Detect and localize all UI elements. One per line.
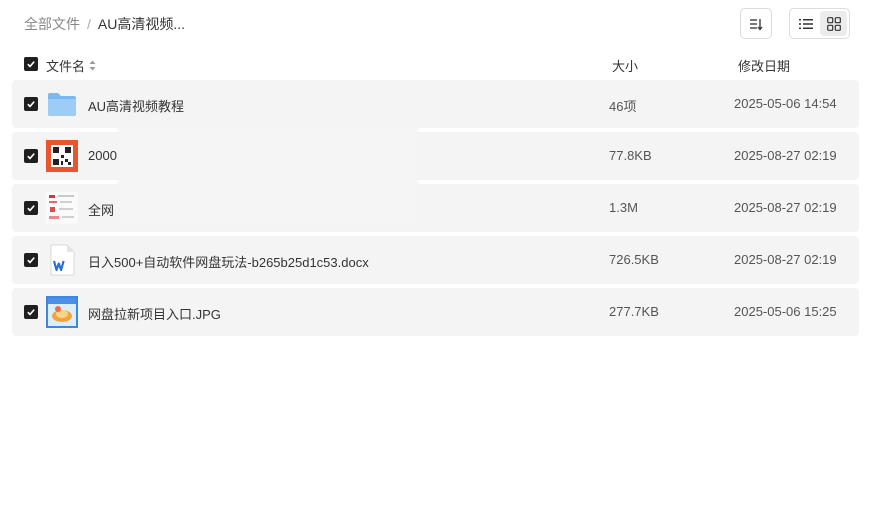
file-size: 726.5KB	[609, 252, 659, 267]
file-size: 1.3M	[609, 200, 638, 215]
file-row[interactable]: 网盘拉新项目入口.JPG 277.7KB 2025-05-06 15:25	[12, 288, 859, 336]
file-size: 46项	[609, 99, 637, 114]
file-row[interactable]: 日入500+自动软件网盘玩法-b265b25d1c53.docx 726.5KB…	[12, 236, 859, 284]
row-checkbox[interactable]	[24, 253, 38, 267]
file-name: 网盘拉新项目入口.JPG	[88, 307, 221, 322]
word-document-icon	[50, 244, 75, 276]
grid-view-button[interactable]	[820, 11, 847, 36]
grid-view-icon	[826, 16, 841, 31]
sort-icon	[750, 18, 763, 31]
file-name: AU高清视频教程	[88, 99, 185, 114]
breadcrumb-current: AU高清视频...	[97, 16, 186, 32]
select-all-checkbox[interactable]	[24, 57, 38, 71]
breadcrumb-root-link[interactable]: 全部文件	[24, 14, 80, 34]
column-date-header[interactable]: 修改日期	[738, 56, 790, 75]
file-list-header: 文件名 大小 修改日期	[12, 50, 859, 78]
view-toggle	[789, 8, 850, 39]
row-checkbox[interactable]	[24, 305, 38, 319]
file-date: 2025-08-27 02:19	[734, 148, 837, 163]
check-icon	[27, 101, 35, 108]
file-date: 2025-08-27 02:19	[734, 252, 837, 267]
redaction-blur	[118, 126, 418, 226]
check-icon	[27, 205, 35, 212]
sort-arrows-icon	[89, 60, 96, 71]
file-date: 2025-08-27 02:19	[734, 200, 837, 215]
sort-button[interactable]	[740, 8, 772, 39]
column-size-header[interactable]: 大小	[612, 56, 638, 75]
file-name: 2000	[88, 148, 117, 163]
file-size: 277.7KB	[609, 304, 659, 319]
check-icon	[27, 153, 35, 160]
breadcrumb-separator: /	[87, 16, 91, 32]
list-view-icon	[798, 18, 813, 29]
column-name-header[interactable]: 文件名	[46, 56, 96, 75]
file-date: 2025-05-06 14:54	[734, 96, 837, 111]
check-icon	[27, 61, 35, 68]
folder-icon	[48, 93, 76, 116]
file-name: 日入500+自动软件网盘玩法-b265b25d1c53.docx	[88, 255, 369, 270]
breadcrumb: 全部文件 / AU高清视频...	[24, 14, 185, 34]
image-thumbnail-icon	[46, 192, 78, 224]
image-thumbnail-icon	[46, 140, 78, 172]
file-date: 2025-05-06 15:25	[734, 304, 837, 319]
row-checkbox[interactable]	[24, 97, 38, 111]
check-icon	[27, 309, 35, 316]
file-size: 77.8KB	[609, 148, 652, 163]
file-row[interactable]: AU高清视频教程 46项 2025-05-06 14:54	[12, 80, 859, 128]
check-icon	[27, 257, 35, 264]
column-name-label: 文件名	[46, 59, 86, 74]
image-thumbnail-icon	[46, 296, 78, 328]
file-name: 全网	[88, 203, 115, 218]
row-checkbox[interactable]	[24, 201, 38, 215]
row-checkbox[interactable]	[24, 149, 38, 163]
list-view-button[interactable]	[792, 11, 819, 36]
